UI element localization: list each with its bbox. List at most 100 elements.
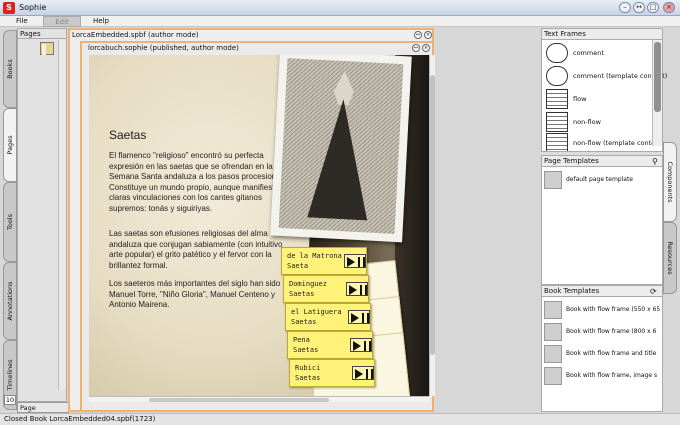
status-bar: Closed Book LorcaEmbedded04.spbf(1723) [0,413,680,425]
template-thumbnail [544,171,562,189]
non-flow-frame-icon [546,133,568,151]
page-canvas[interactable]: Saetas El flamenco "religioso" encontró … [89,55,429,396]
tab-resources-label: Resources [666,241,674,275]
flow-frame-icon [546,89,568,109]
paragraph-1[interactable]: El flamenco "religioso" encontró su perf… [109,151,295,214]
audio-note[interactable]: el Latiguera Saetas [285,303,371,331]
audio-note[interactable]: de la Matrona Saeta [281,247,367,275]
page-heading[interactable]: Saetas [109,128,146,142]
audio-note[interactable]: Rubici Saetas [289,359,375,387]
pause-icon[interactable] [366,369,373,379]
text-frame-item[interactable]: comment (template content) [546,66,667,88]
vertical-scroll-thumb[interactable] [430,75,435,355]
text-frame-item[interactable]: non-flow [546,112,656,134]
horizontal-scroll-thumb[interactable] [149,398,329,402]
book-template-item[interactable]: Book with flow frame and title [544,345,658,363]
pages-scrollbar[interactable] [58,40,66,390]
tab-tools-label: Tools [6,213,14,231]
book-window: lorcabuch.sophie (published, author mode… [80,41,435,412]
book-template-item[interactable]: Book with flow frame (550 x 65 [544,301,660,319]
template-label: Book with flow frame, image s [566,372,658,379]
paragraph-2[interactable]: Las saetas son efusiones religiosas del … [109,229,295,271]
page-horizontal-scrollbar[interactable] [89,396,429,402]
audio-note[interactable]: Pena Saetas [287,331,373,359]
illustration-sketch [278,58,404,234]
madonna-illustration[interactable] [270,55,412,243]
pause-icon[interactable] [360,285,367,295]
refresh-icon[interactable]: ⟳ [650,287,657,296]
text-frame-label: flow [573,95,587,103]
menu-help[interactable]: Help [89,16,113,27]
play-pause-control[interactable] [346,282,368,296]
play-icon[interactable] [351,313,359,323]
menu-edit[interactable]: Edit [43,16,81,27]
minimize-button[interactable]: – [619,2,631,13]
play-icon[interactable] [347,257,355,267]
audio-notes-stack: de la Matrona Saeta Dominguez Saetas el La… [281,241,411,396]
pause-icon[interactable] [362,313,369,323]
zoom-field[interactable]: 10 [4,395,16,405]
play-pause-control[interactable] [344,254,366,268]
page-vertical-scrollbar[interactable] [429,55,435,396]
title-bar: S Sophie – ↔ □ × [0,0,680,16]
window-title: Sophie [19,3,47,12]
play-icon[interactable] [355,369,363,379]
book-restore-button[interactable]: ↔ [412,44,420,52]
tab-tools[interactable]: Tools [3,182,17,262]
page-thumbnail[interactable] [40,42,54,55]
tab-pages[interactable]: Pages [3,108,17,182]
template-thumbnail [544,345,562,363]
comment-icon [546,66,568,86]
tab-pages-label: Pages [6,135,14,155]
text-frames-scrollbar[interactable] [652,40,662,146]
play-icon[interactable] [353,341,361,351]
play-pause-control[interactable] [348,310,370,324]
tab-books-label: Books [6,59,14,79]
text-frame-label: non-flow [573,118,601,126]
text-frames-scroll-thumb[interactable] [654,42,661,112]
text-frame-item[interactable]: non-flow (template content) [546,133,656,151]
maximize-button[interactable]: □ [647,2,659,13]
play-icon[interactable] [349,285,357,295]
tab-books[interactable]: Books [3,30,17,108]
tab-resources[interactable]: Resources [663,222,677,294]
tab-annotations[interactable]: Annotations [3,262,17,340]
book-template-item[interactable]: Book with flow frame (800 x 6 [544,323,658,341]
close-button[interactable]: × [663,2,675,13]
play-pause-control[interactable] [352,366,374,380]
text-frame-label: comment [573,49,604,57]
search-icon[interactable]: ⚲ [652,157,658,166]
tab-annotations-label: Annotations [6,281,14,321]
doc-close-button[interactable]: × [424,31,432,39]
template-thumbnail [544,301,562,319]
pages-panel-title: Pages [18,29,66,39]
text-frames-panel: Text Frames comment comment (template co… [541,28,667,152]
tab-components-label: Components [666,161,674,203]
book-close-button[interactable]: × [422,44,430,52]
text-frame-item[interactable]: comment [546,43,656,65]
document-window-title: LorcaEmbedded.spbf (author mode) [72,31,199,39]
cape-shape [307,97,373,220]
doc-restore-button[interactable]: ↔ [414,31,422,39]
pause-icon[interactable] [364,341,371,351]
tab-components[interactable]: Components [663,142,677,222]
menu-bar: File Edit Help [0,16,680,27]
paragraph-3[interactable]: Los saeteros más importantes del siglo h… [109,279,295,311]
pause-icon[interactable] [358,257,365,267]
book-window-title: lorcabuch.sophie (published, author mode… [88,44,239,52]
pages-panel: Pages [17,28,67,402]
page-structure-tab[interactable]: Page Structure [17,402,69,422]
note-text: Pena Saetas [293,336,319,354]
menu-file[interactable]: File [12,16,32,27]
play-pause-control[interactable] [350,338,372,352]
restore-button[interactable]: ↔ [633,2,645,13]
page-template-item[interactable]: default page template [544,171,658,189]
book-template-item[interactable]: Book with flow frame, image s [544,367,658,385]
text-frames-title: Text Frames [542,29,662,40]
template-label: default page template [566,176,633,183]
audio-note[interactable]: Dominguez Saetas [283,275,369,303]
text-frame-item[interactable]: flow [546,89,656,111]
note-text: el Latiguera Saetas [291,308,342,326]
page-templates-title: Page Templates [542,156,662,167]
page-templates-panel: Page Templates ⚲ default page template [541,155,663,285]
